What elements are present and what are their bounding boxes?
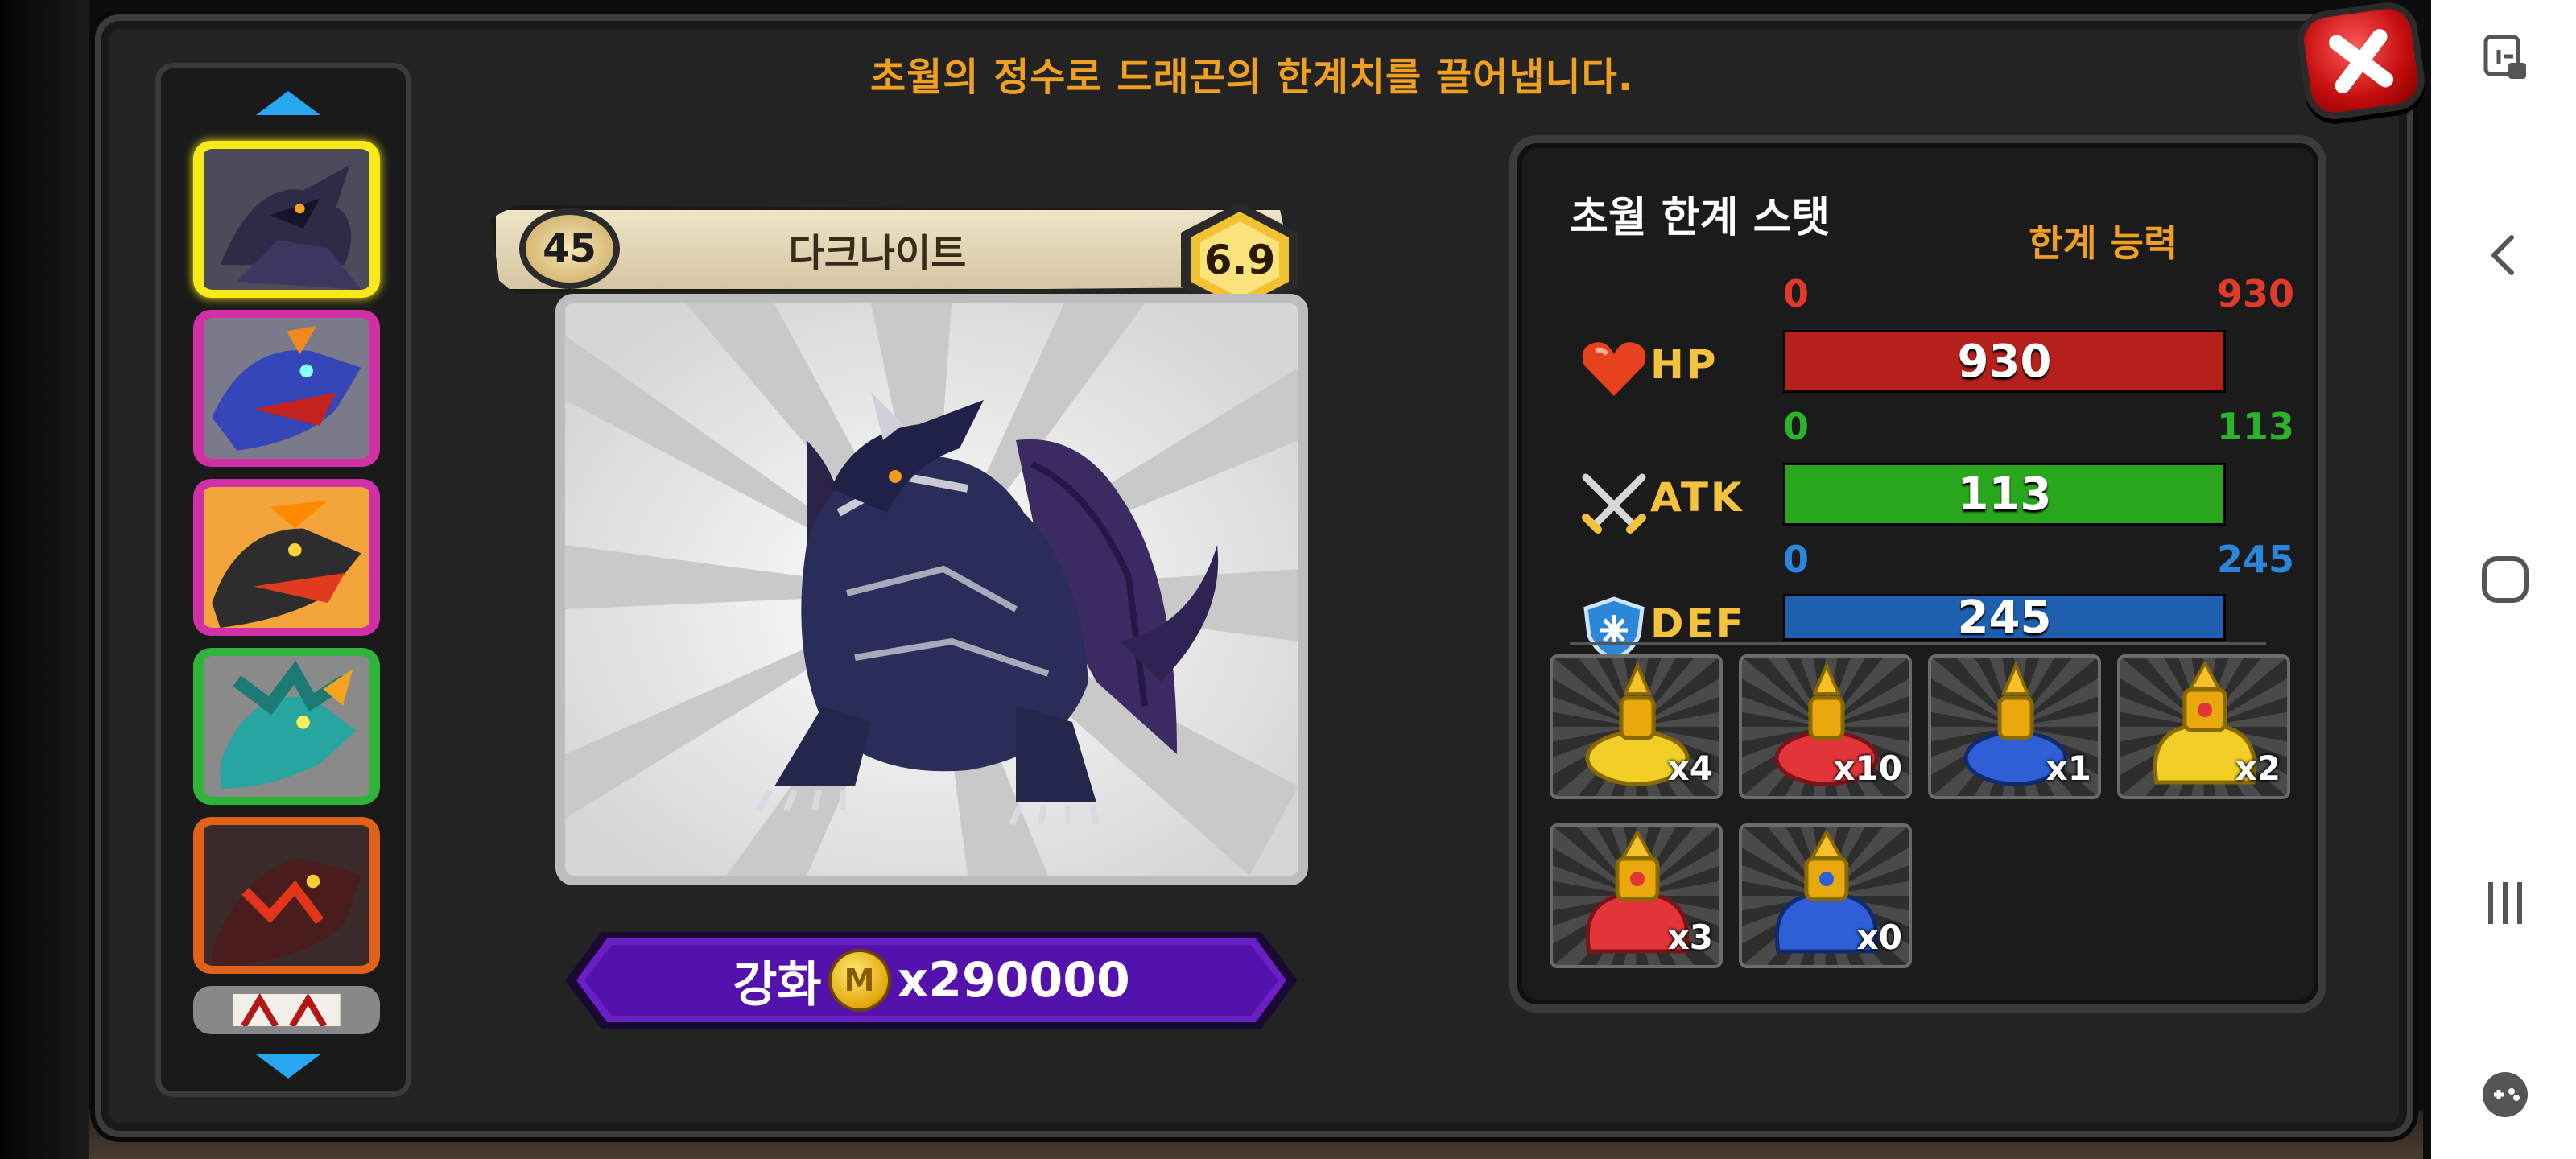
upgrade-label: 강화	[733, 956, 822, 1013]
def-min: 0	[1783, 538, 1810, 581]
dragon-thumb-blue[interactable]	[193, 310, 380, 467]
dragon-name: 다크나이트	[788, 231, 967, 276]
close-button[interactable]	[2293, 0, 2429, 123]
shield-icon	[1583, 596, 1645, 660]
system-navigation-bar	[2431, 0, 2576, 1159]
home-square-icon	[2482, 556, 2529, 603]
game-tools-button[interactable]	[2479, 1069, 2531, 1120]
background-left	[0, 0, 89, 1159]
atk-label: ATK	[1650, 474, 1744, 521]
close-icon	[2329, 28, 2393, 93]
blue-dragon-icon	[201, 318, 372, 459]
dragon-thumb-lava[interactable]	[193, 817, 380, 974]
atk-min: 0	[1783, 405, 1810, 448]
stats-divider	[1570, 642, 2266, 645]
limit-ability-label: 한계 능력	[2029, 221, 2178, 265]
hp-value: 930	[1957, 335, 2052, 388]
stats-title: 초월 한계 스탯	[1570, 194, 1831, 242]
dark-knight-dragon-icon	[201, 149, 372, 290]
crossed-swords-icon	[1582, 473, 1646, 534]
essence-item-blue[interactable]: x1	[1928, 654, 2101, 799]
lava-dragon-icon	[201, 825, 372, 966]
teal-dragon-icon	[201, 656, 372, 797]
home-button[interactable]	[2479, 554, 2531, 605]
dragon-thumb-black-fire[interactable]	[193, 479, 380, 636]
atk-bar: 113	[1783, 463, 2226, 526]
essence-qty: x3	[1667, 918, 1713, 957]
essence-items: x4 x10 x1 x2 x3 x0	[1550, 654, 2310, 992]
red-dragon-icon	[201, 994, 372, 1026]
game-controller-icon	[2483, 1072, 2528, 1117]
essence-qty: x10	[1833, 749, 1902, 788]
def-label: DEF	[1650, 600, 1746, 647]
black-fire-dragon-icon	[201, 487, 372, 628]
recents-button[interactable]	[2479, 877, 2531, 929]
atk-value: 113	[1957, 468, 2052, 521]
dragon-name-banner: 45 다크나이트 6.9	[483, 197, 1340, 317]
essence-qty: x4	[1667, 749, 1713, 788]
touch-lock-icon	[2483, 35, 2526, 79]
level-badge: 45	[519, 208, 620, 289]
scroll-down-arrow-icon[interactable]	[256, 1054, 320, 1079]
atk-max: 113	[2216, 405, 2294, 448]
screen-lock-button[interactable]	[2479, 32, 2531, 84]
essence-item-red[interactable]: x10	[1739, 654, 1912, 799]
dragon-list[interactable]	[155, 63, 411, 1097]
dragon-thumb-partial[interactable]	[193, 986, 380, 1034]
game-screen: 초월의 정수로 드래곤의 한계치를 끌어냅니다. 45 다크나이트 6.9 강화…	[0, 0, 2576, 1159]
back-chevron-icon	[2491, 235, 2514, 275]
dark-knight-dragon-illustration	[565, 303, 1298, 876]
heart-icon	[1582, 342, 1646, 396]
hp-min: 0	[1783, 272, 1810, 316]
coin-icon: M	[828, 949, 891, 1012]
hp-label: HP	[1650, 341, 1719, 388]
upgrade-cost: x290000	[897, 952, 1130, 1008]
upgrade-button[interactable]: 강화 M x290000	[565, 932, 1298, 1029]
scroll-up-arrow-icon[interactable]	[256, 91, 320, 115]
stats-panel: 초월 한계 스탯 한계 능력 0 930 HP 930 0 113 ATK 11…	[1509, 135, 2326, 1013]
dragon-portrait	[555, 294, 1308, 885]
essence-qty: x0	[1856, 918, 1902, 957]
recents-lines-icon	[2488, 882, 2522, 924]
dragon-thumb-teal[interactable]	[193, 648, 380, 805]
essence-item-large-red[interactable]: x3	[1550, 823, 1723, 968]
def-bar: 245	[1783, 591, 2226, 644]
hp-bar: 930	[1783, 330, 2226, 393]
def-max: 245	[2216, 538, 2294, 581]
grade-value: 6.9	[1203, 236, 1276, 283]
essence-qty: x2	[2235, 749, 2281, 788]
essence-item-large-gold[interactable]: x2	[2117, 654, 2290, 799]
essence-item-gold[interactable]: x4	[1550, 654, 1723, 799]
dragon-thumb-dark-knight[interactable]	[193, 141, 380, 298]
back-button[interactable]	[2479, 229, 2531, 281]
essence-item-large-blue[interactable]: x0	[1739, 823, 1912, 968]
def-value: 245	[1957, 591, 2052, 644]
hp-max: 930	[2216, 272, 2294, 316]
essence-qty: x1	[2046, 749, 2091, 788]
